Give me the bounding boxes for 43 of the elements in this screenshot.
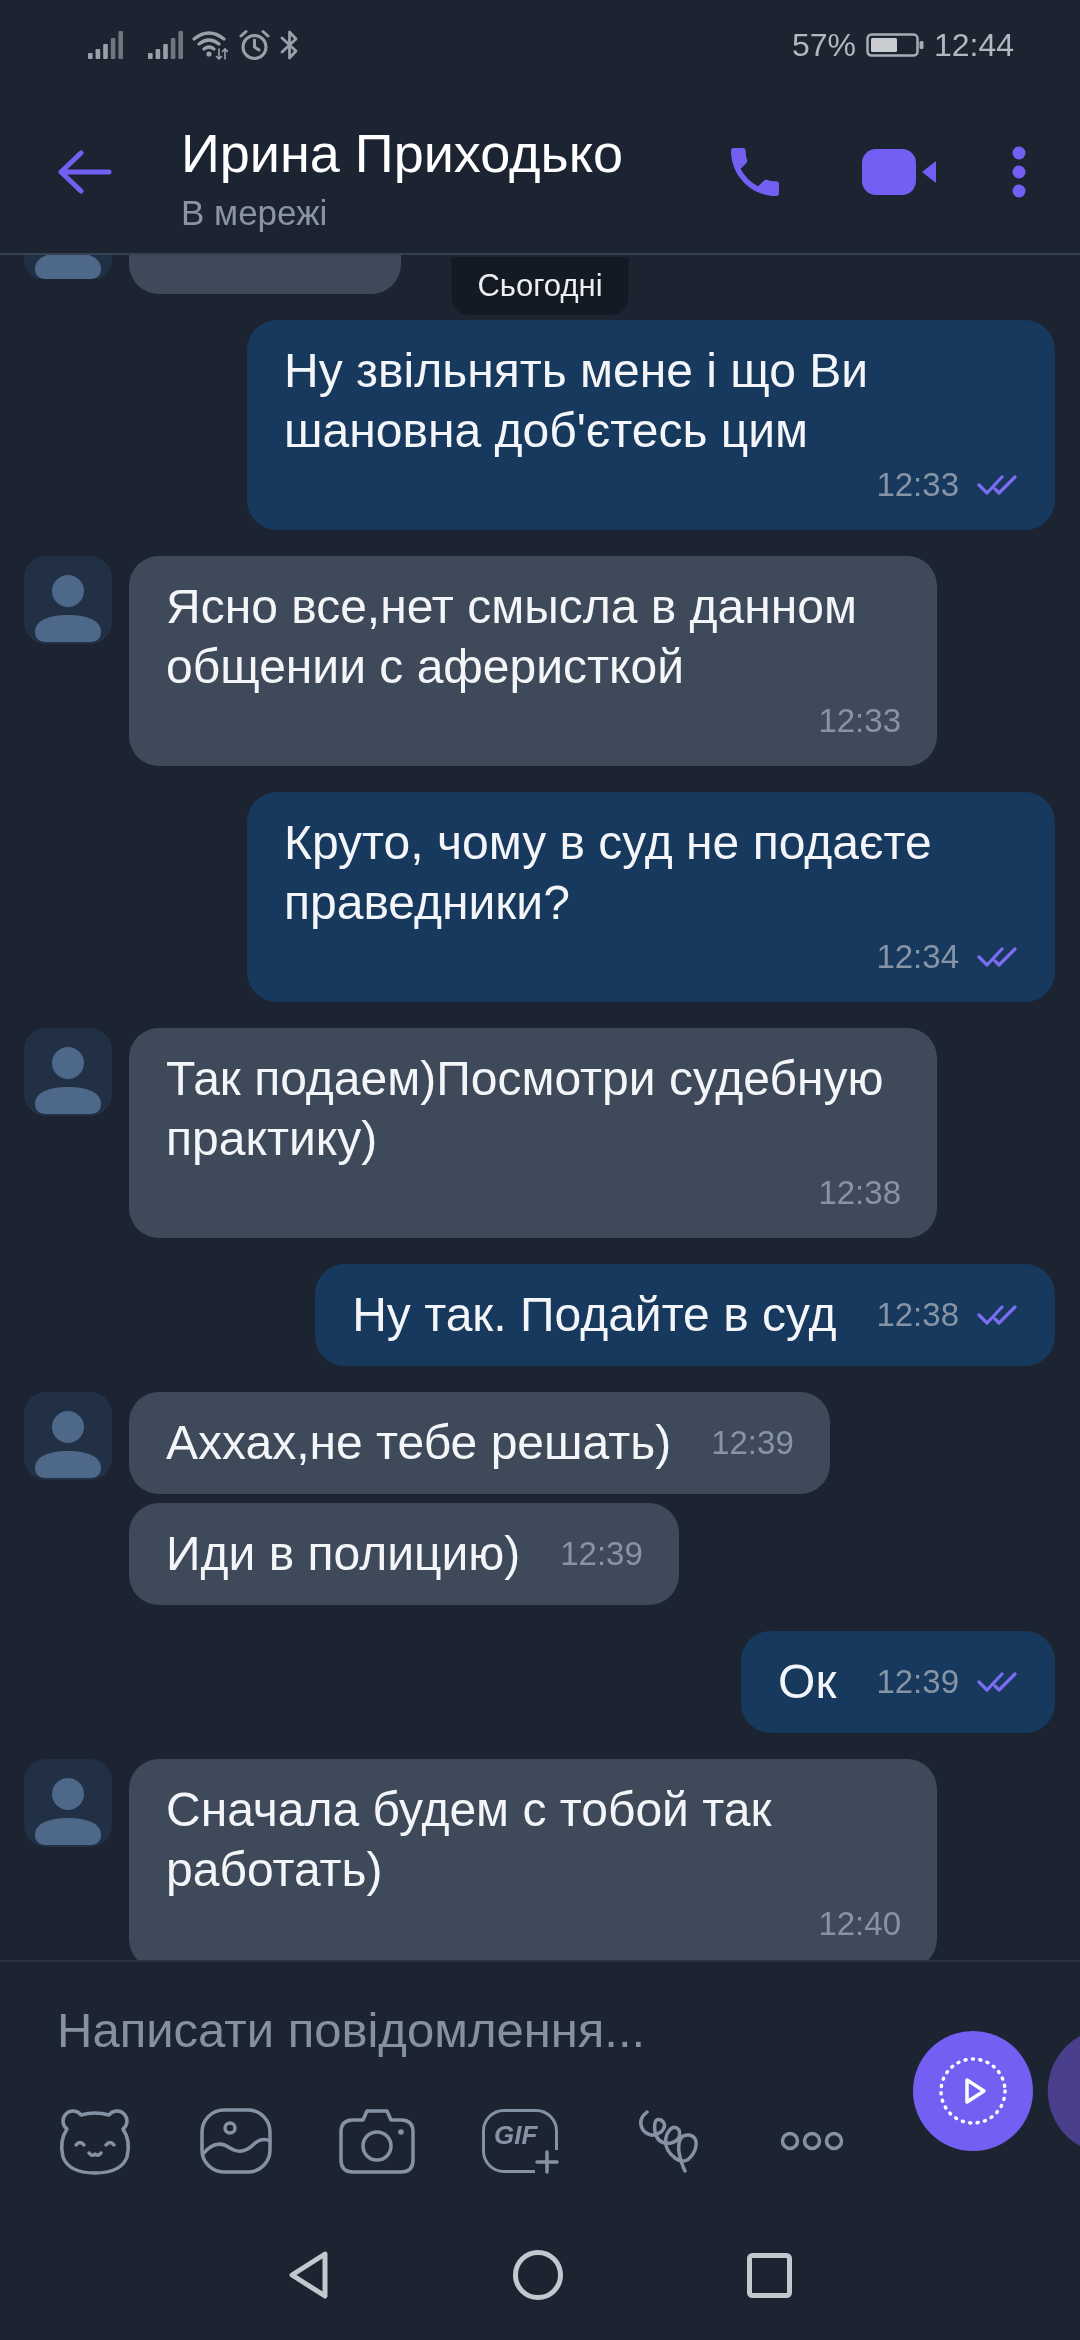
message-text: Сначала будем с тобой так работать) <box>166 1782 773 1898</box>
message-time: 12:40 <box>818 1905 901 1943</box>
date-label: Сьогодні <box>451 257 629 315</box>
online-status: В мережі <box>181 192 328 234</box>
status-time: 12:44 <box>933 26 1014 65</box>
gif-button[interactable]: GIF <box>482 2109 558 2173</box>
message-text: Ясно все,нет смысла в данном общении с аферисткой <box>166 579 858 695</box>
message-text: Ну звільнять мене і що Ви шановна доб'єтесь цим <box>284 343 870 459</box>
dotted-play-icon <box>938 2056 1008 2126</box>
signal-icon <box>88 31 123 59</box>
message-time: 12:39 <box>560 1535 643 1573</box>
recents-icon[interactable] <box>747 2252 792 2298</box>
battery-percentage: 57% <box>791 26 856 65</box>
battery-icon <box>865 33 924 57</box>
alarm-icon <box>239 29 270 61</box>
message-text: Иди в полицию) <box>166 1526 521 1582</box>
phone-icon[interactable] <box>731 146 779 197</box>
signal-icon <box>148 31 183 59</box>
message-time: 12:38 <box>818 1174 901 1212</box>
image-icon[interactable] <box>200 2108 272 2174</box>
message-time: 12:33 <box>876 466 959 504</box>
message-text: Ну так. Подайте в суд <box>352 1287 837 1343</box>
home-icon[interactable] <box>513 2250 563 2300</box>
camera-icon[interactable] <box>339 2108 415 2174</box>
message-time: 12:34 <box>876 938 959 976</box>
message-text: Круто, чому в суд не подаєте праведники? <box>284 815 933 931</box>
message-text: Ок <box>778 1654 837 1710</box>
more-icon[interactable] <box>1012 145 1026 198</box>
message-time: 12:33 <box>818 702 901 740</box>
video-camera-icon[interactable] <box>862 148 937 195</box>
message-text: Так подаем)Посмотри судебную практику) <box>166 1051 885 1167</box>
message-time: 12:39 <box>711 1424 794 1462</box>
contact-name: Ирина Приходько <box>181 124 624 182</box>
message-time: 12:39 <box>876 1663 959 1701</box>
avatar-icon <box>24 255 112 279</box>
more-icon[interactable] <box>780 2131 844 2151</box>
bluetooth-icon <box>279 29 300 61</box>
bear-face-icon[interactable] <box>57 2107 133 2175</box>
message-input[interactable]: Написати повідомлення... <box>57 1992 897 2068</box>
back-icon[interactable] <box>288 2250 329 2300</box>
message-text: Аххах,не тебе решать) <box>166 1415 672 1471</box>
wifi-icon <box>192 30 228 60</box>
message-time: 12:38 <box>876 1296 959 1334</box>
